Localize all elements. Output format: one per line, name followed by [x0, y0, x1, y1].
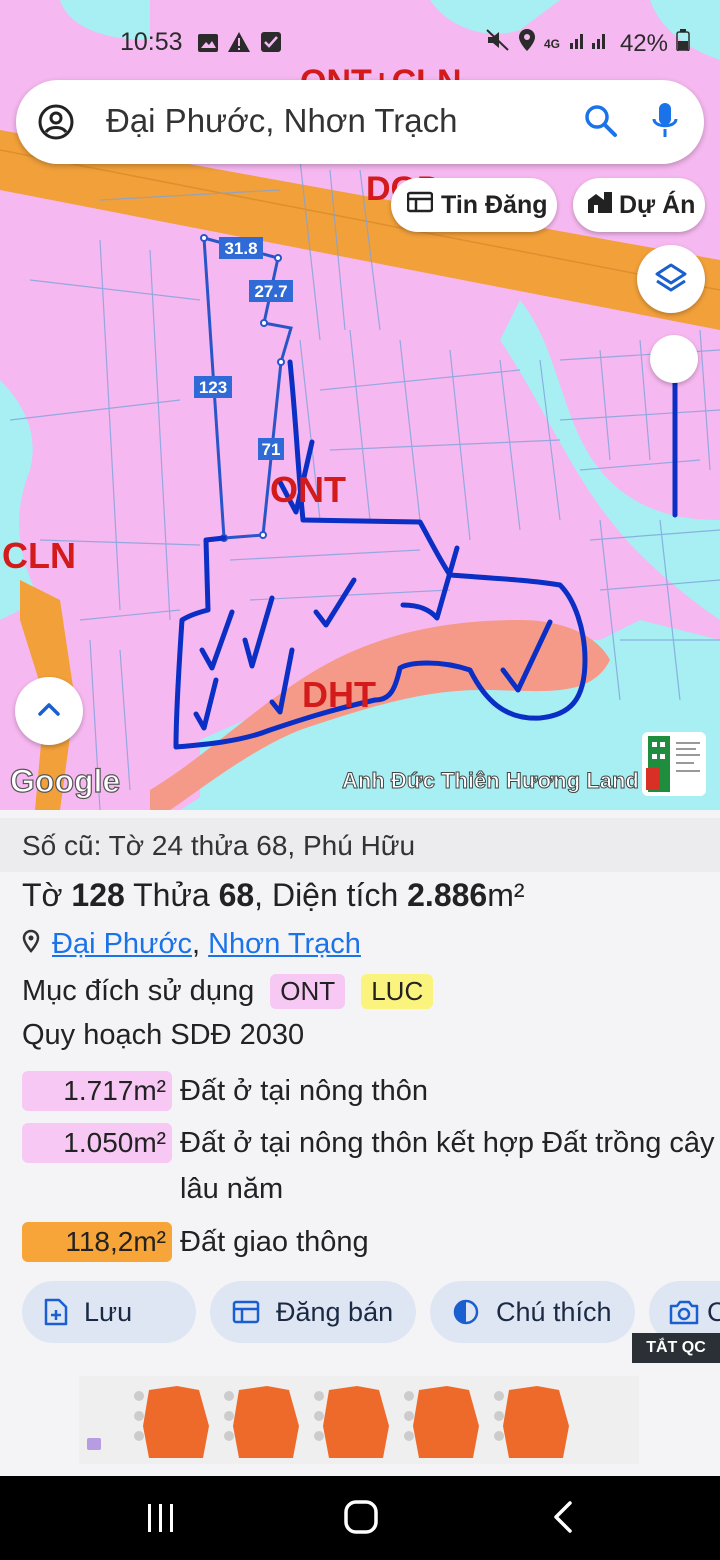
plan-item-desc: Đất ở tại nông thôn kết hợp Đất trồng câ… — [180, 1127, 715, 1205]
plan-item: 1.050m² Đất ở tại nông thôn kết hợp Đất … — [22, 1123, 720, 1212]
expand-up-button[interactable] — [15, 677, 83, 745]
usage-row: Mục đích sử dụng ONT LUC — [22, 974, 434, 1009]
account-icon[interactable] — [38, 104, 74, 145]
projects-chip[interactable]: Dự Án — [573, 178, 705, 232]
add-photo-icon — [669, 1300, 699, 1325]
save-button-label: Lưu — [84, 1296, 133, 1327]
plan-item-area: 1.717m² — [22, 1071, 172, 1111]
old-parcel-text: Số cũ: Tờ 24 thửa 68, Phú Hữu — [22, 830, 416, 861]
legend-button-label: Chú thích — [496, 1296, 612, 1327]
listing-icon — [406, 191, 434, 220]
sheet-prefix: Tờ — [22, 877, 63, 913]
edge-length-label: 31.8 — [224, 239, 257, 258]
search-bar[interactable]: Đại Phước, Nhơn Trạch — [16, 80, 704, 164]
chevron-up-icon — [37, 701, 61, 722]
edge-length-label: 71 — [262, 440, 281, 459]
opacity-slider-handle[interactable] — [650, 335, 698, 383]
google-logo: Google — [10, 763, 120, 799]
checkbox-notification-icon — [260, 31, 282, 60]
status-bar: 10:53 4G 42% — [0, 0, 720, 80]
layers-icon — [654, 262, 688, 301]
plan-item-desc: Đất giao thông — [180, 1226, 369, 1258]
post-for-sale-button[interactable]: Đăng bán — [210, 1281, 416, 1343]
location-pin-icon — [22, 928, 40, 961]
plan-item: 1.717m² Đất ở tại nông thôn — [22, 1071, 720, 1114]
home-icon[interactable] — [343, 1499, 379, 1540]
usage-tag-ont[interactable]: ONT — [270, 974, 346, 1009]
microphone-icon[interactable] — [652, 102, 678, 145]
sheet-number: 128 — [71, 877, 125, 913]
watermark-text: Anh Đức Thiên Hương Land — [342, 768, 639, 793]
plan-item-area: 1.050m² — [22, 1123, 172, 1163]
district-link[interactable]: Nhơn Trạch — [208, 928, 361, 961]
plan-item: 118,2m² Đất giao thông — [22, 1222, 720, 1265]
system-navigation-bar — [0, 1476, 720, 1560]
add-file-icon — [44, 1298, 68, 1326]
back-icon[interactable] — [551, 1500, 575, 1539]
plan-item-desc: Đất ở tại nông thôn — [180, 1075, 428, 1107]
ad-banner[interactable] — [79, 1376, 639, 1464]
battery-icon — [676, 29, 690, 58]
status-time: 10:53 — [120, 28, 183, 56]
parcel-prefix: Thửa — [133, 877, 210, 913]
recent-apps-icon[interactable] — [145, 1502, 177, 1539]
post-for-sale-label: Đăng bán — [276, 1296, 394, 1327]
parcel-summary: Tờ 128 Thửa 68, Diện tích 2.886m² — [22, 877, 525, 914]
plan-item-area: 118,2m² — [22, 1222, 172, 1262]
edge-length-label: 27.7 — [254, 282, 287, 301]
warning-icon — [227, 31, 251, 60]
signal-icon — [568, 29, 612, 58]
parcel-location: Đại Phước, Nhơn Trạch — [22, 928, 361, 961]
area-unit: m² — [487, 877, 525, 913]
save-button[interactable]: Lưu — [22, 1281, 196, 1343]
location-icon — [518, 28, 536, 59]
zone-label-cln: CLN — [2, 535, 76, 576]
area-prefix: , Diện tích — [254, 877, 399, 913]
gallery-icon — [197, 32, 219, 60]
mute-icon — [486, 29, 510, 58]
building-icon — [587, 190, 613, 221]
usage-tag-luc[interactable]: LUC — [361, 974, 434, 1009]
projects-chip-label: Dự Án — [619, 190, 696, 219]
search-input[interactable]: Đại Phước, Nhơn Trạch — [106, 102, 458, 140]
battery-percent: 42% — [619, 29, 668, 57]
search-icon[interactable] — [584, 104, 618, 143]
zone-label-dht: DHT — [302, 674, 376, 715]
ward-link[interactable]: Đại Phước — [52, 928, 192, 961]
photo-button-label: C — [707, 1296, 720, 1327]
layers-button[interactable] — [637, 245, 705, 313]
old-parcel-info: Số cũ: Tờ 24 thửa 68, Phú Hữu — [0, 818, 720, 872]
contrast-icon — [453, 1299, 479, 1325]
parcel-area: 2.886 — [407, 877, 488, 913]
watermark-logo — [642, 732, 706, 796]
legend-button[interactable]: Chú thích — [430, 1281, 635, 1343]
parcel-number: 68 — [218, 877, 255, 913]
hide-ads-button[interactable]: TẮT QC — [632, 1333, 720, 1363]
listings-chip-label: Tin Đăng — [441, 190, 548, 219]
zone-label-ont: ONT — [270, 469, 346, 510]
plan-title: Quy hoạch SDĐ 2030 — [22, 1019, 305, 1051]
listings-chip[interactable]: Tin Đăng — [391, 178, 557, 232]
network-type: 4G — [543, 36, 560, 51]
location-separator: , — [191, 928, 201, 960]
usage-label: Mục đích sử dụng — [22, 975, 255, 1007]
edge-length-label: 123 — [199, 378, 227, 397]
listing-icon — [232, 1300, 260, 1324]
